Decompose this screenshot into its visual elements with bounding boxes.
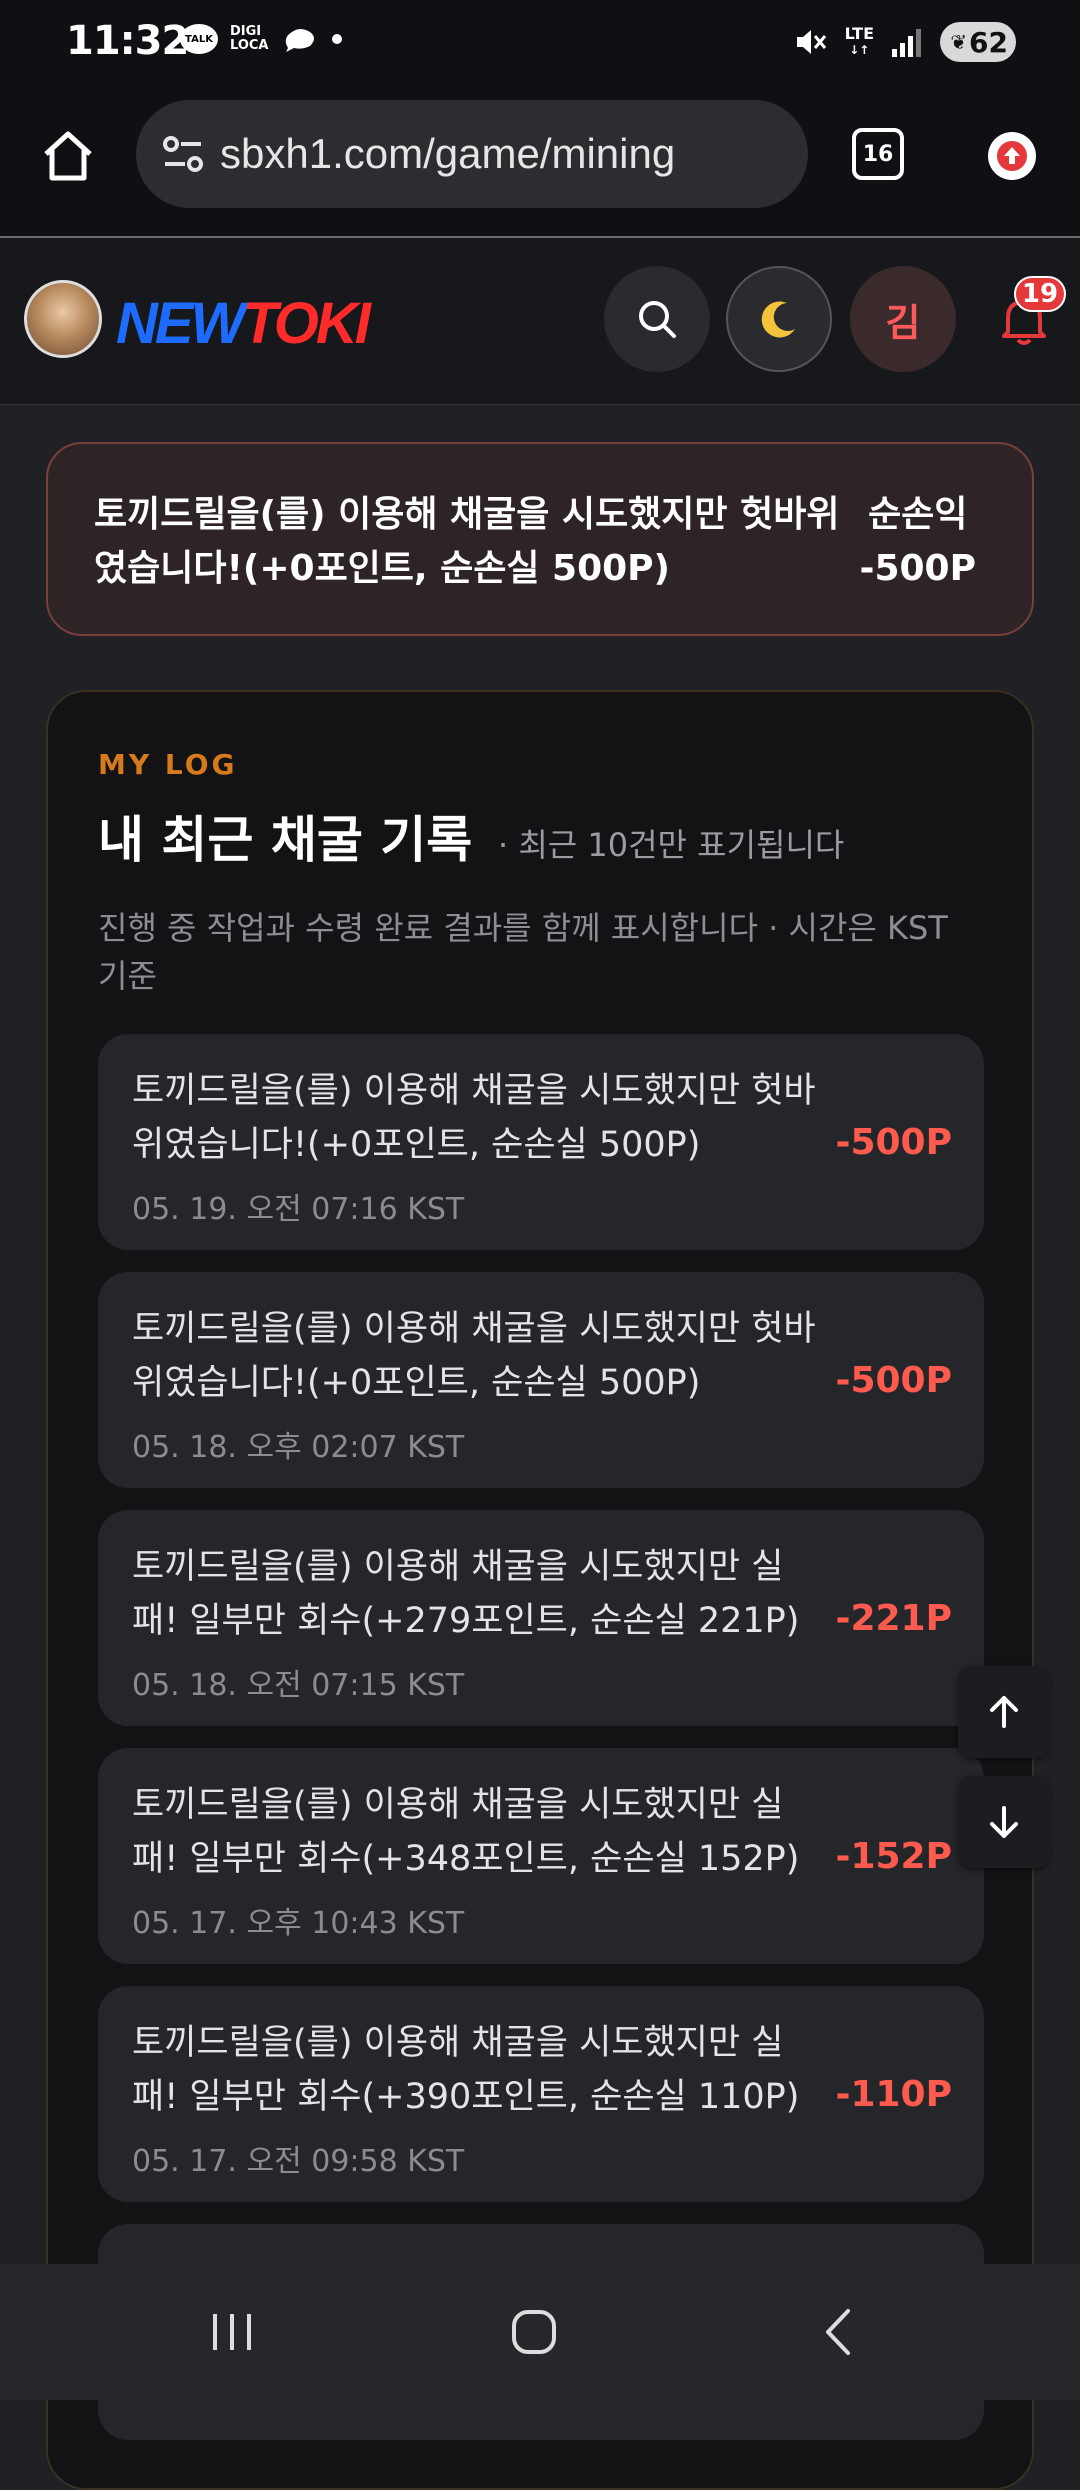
site-header: NEWTOKI 김 19 — [0, 238, 1080, 405]
search-button[interactable] — [604, 266, 710, 372]
log-entry: 토끼드릴을(를) 이용해 채굴을 시도했지만 헛바위였습니다!(+0포인트, 순… — [98, 1272, 984, 1488]
back-button[interactable] — [808, 2302, 868, 2362]
site-logo[interactable]: NEWTOKI — [116, 290, 371, 357]
log-entry-time: 05. 19. 오전 07:16 KST — [132, 1192, 465, 1227]
home-nav-button[interactable] — [504, 2302, 564, 2362]
log-entry-amount: -110P — [835, 2074, 952, 2115]
net-profit-label: 순손익 — [868, 494, 968, 535]
more-notifications-dot — [332, 34, 343, 44]
log-entry-time: 05. 18. 오후 02:07 KST — [132, 1430, 465, 1465]
user-avatar-button[interactable]: 김 — [850, 266, 956, 372]
theme-toggle-button[interactable] — [726, 266, 832, 372]
log-entry-message: 토끼드릴을(를) 이용해 채굴을 시도했지만 실패! 일부만 회수(+279포인… — [132, 1547, 800, 1641]
log-entry: 토끼드릴을(를) 이용해 채굴을 시도했지만 실패! 일부만 회수(+279포인… — [98, 1510, 984, 1726]
mute-icon — [796, 30, 826, 54]
log-entry: 토끼드릴을(를) 이용해 채굴을 시도했지만 실패! 일부만 회수(+348포인… — [98, 1748, 984, 1964]
kakaotalk-icon: TALK — [180, 24, 218, 54]
log-entry-amount: -221P — [835, 1598, 952, 1639]
back-chevron-icon — [826, 2309, 850, 2355]
log-entry-time: 05. 17. 오후 10:43 KST — [132, 1906, 465, 1941]
log-hint: · 최근 10건만 표기됩니다 — [498, 826, 845, 864]
address-bar[interactable]: sbxh1.com/game/mining — [136, 100, 808, 208]
notification-badge: 19 — [1014, 276, 1066, 312]
chat-bubble-icon — [286, 29, 315, 52]
log-entry: 토끼드릴을(를) 이용해 채굴을 시도했지만 실패! 일부만 회수(+390포인… — [98, 1986, 984, 2202]
logo-avatar[interactable] — [24, 280, 102, 358]
status-right: LTE ↓↑ ❦ 62 — [793, 22, 1016, 62]
recent-apps-button[interactable] — [202, 2302, 262, 2362]
system-nav-bar — [0, 2264, 1080, 2400]
log-entry-amount: -500P — [835, 1122, 952, 1163]
moon-icon — [761, 301, 795, 338]
search-icon — [639, 301, 676, 338]
network-type: LTE ↓↑ — [844, 24, 874, 58]
scroll-top-button[interactable] — [958, 1666, 1050, 1758]
home-icon — [44, 131, 92, 181]
log-entry-message: 토끼드릴을(를) 이용해 채굴을 시도했지만 실패! 일부만 회수(+390포인… — [132, 2023, 800, 2117]
recent-apps-icon — [213, 2314, 251, 2350]
log-eyebrow: MY LOG — [98, 748, 238, 781]
notice-message: 토끼드릴을(를) 이용해 채굴을 시도했지만 헛바위였습니다!(+0포인트, 순… — [94, 494, 840, 589]
battery-leaf-icon: ❦ — [950, 30, 968, 54]
home-button[interactable] — [36, 124, 100, 188]
update-button[interactable] — [988, 132, 1036, 180]
net-profit: 순손익 -500P — [860, 488, 976, 596]
log-entry-time: 05. 17. 오전 09:58 KST — [132, 2144, 465, 2179]
user-initial: 김 — [885, 300, 921, 345]
log-title: 내 최근 채굴 기록 — [98, 811, 473, 869]
arrow-down-icon — [990, 1806, 1018, 1838]
site-settings-icon[interactable] — [158, 129, 208, 179]
net-profit-value: -500P — [859, 548, 976, 589]
battery-indicator: ❦ 62 — [940, 22, 1016, 62]
notification-icons: TALK DIGI LOCA — [180, 24, 343, 54]
log-entry-amount: -500P — [835, 1360, 952, 1401]
log-entry: 토끼드릴을(를) 이용해 채굴을 시도했지만 헛바위였습니다!(+0포인트, 순… — [98, 1034, 984, 1250]
arrow-up-icon — [990, 1696, 1018, 1728]
log-description: 진행 중 작업과 수령 완료 결과를 함께 표시합니다 · 시간은 KST 기준 — [98, 909, 948, 995]
log-entry-amount: -152P — [835, 1836, 952, 1877]
result-notice: 토끼드릴을(를) 이용해 채굴을 시도했지만 헛바위였습니다!(+0포인트, 순… — [46, 442, 1034, 636]
tab-switcher-button[interactable]: 16 — [852, 128, 904, 180]
log-entry-message: 토끼드릴을(를) 이용해 채굴을 시도했지만 헛바위였습니다!(+0포인트, 순… — [132, 1309, 816, 1403]
update-arrow-icon — [997, 141, 1027, 171]
log-entry-time: 05. 18. 오전 07:15 KST — [132, 1668, 465, 1703]
scroll-bottom-button[interactable] — [958, 1776, 1050, 1868]
status-time: 11:32 — [66, 18, 189, 64]
home-circle-icon — [512, 2310, 556, 2354]
status-bar: 11:32 TALK DIGI LOCA LTE ↓↑ ❦ 62 — [0, 0, 1080, 84]
url-text[interactable]: sbxh1.com/game/mining — [220, 130, 675, 178]
digiloca-icon: DIGI LOCA — [230, 24, 269, 53]
browser-toolbar: sbxh1.com/game/mining 16 — [0, 84, 1080, 236]
signal-icon — [892, 29, 921, 57]
log-entry-message: 토끼드릴을(를) 이용해 채굴을 시도했지만 실패! 일부만 회수(+348포인… — [132, 1785, 800, 1879]
log-entry-message: 토끼드릴을(를) 이용해 채굴을 시도했지만 헛바위였습니다!(+0포인트, 순… — [132, 1071, 816, 1165]
mining-log-card: MY LOG 내 최근 채굴 기록 · 최근 10건만 표기됩니다 진행 중 작… — [46, 690, 1034, 2490]
